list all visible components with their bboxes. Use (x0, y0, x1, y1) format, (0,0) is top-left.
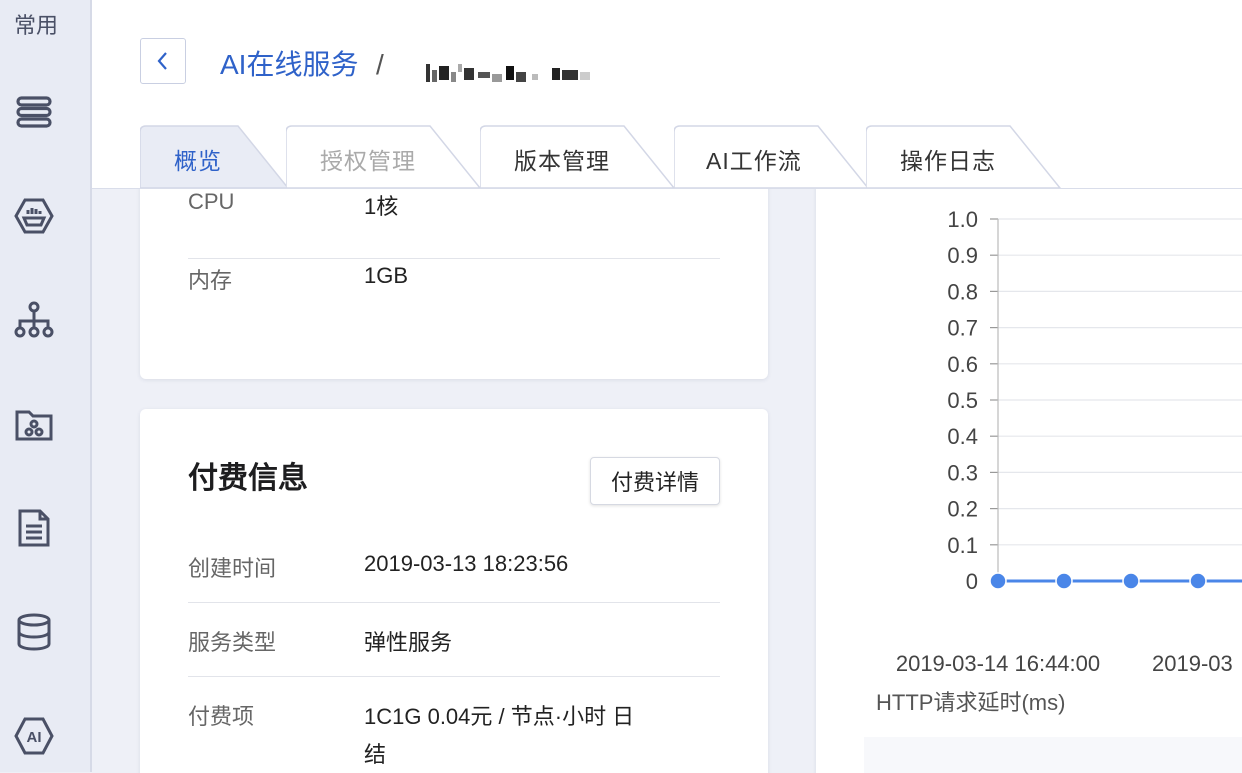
tab-operation-log[interactable]: 操作日志 (866, 124, 1062, 188)
service-type-value: 弹性服务 (364, 630, 453, 655)
cpu-label: CPU (188, 189, 235, 214)
chart-caption: HTTP请求延时(ms) (876, 690, 1066, 715)
tab-ai-workflow-label: AI工作流 (706, 148, 802, 174)
cloud-engine-icon[interactable] (14, 196, 54, 236)
y-tick-label: 0.4 (947, 424, 978, 449)
database-icon[interactable] (14, 612, 54, 652)
data-point[interactable] (1189, 572, 1207, 590)
tab-versions-label: 版本管理 (514, 148, 610, 174)
y-tick-label: 0.1 (947, 533, 978, 558)
document-icon[interactable] (14, 508, 54, 548)
tab-authorization[interactable]: 授权管理 (286, 124, 482, 188)
ai-icon[interactable]: AI (14, 716, 54, 756)
y-tick-label: 1.0 (947, 207, 978, 232)
data-point[interactable] (1122, 572, 1140, 590)
divider (188, 602, 720, 603)
menu-stack-icon[interactable] (14, 92, 54, 132)
breadcrumb-current-redacted (422, 56, 598, 82)
tab-ai-workflow[interactable]: AI工作流 (674, 124, 870, 188)
y-tick-label: 0.8 (947, 279, 978, 304)
page-header: AI在线服务 / 概览 授权管理 版本管理 AI工作流 操作日志 (92, 0, 1242, 188)
breadcrumb-link[interactable]: AI在线服务 (220, 46, 358, 84)
service-type-label: 服务类型 (188, 630, 277, 655)
charge-item-label: 付费项 (188, 704, 255, 729)
y-tick-label: 0.7 (947, 316, 978, 341)
tab-authorization-label: 授权管理 (320, 148, 416, 174)
resource-card: CPU 1核 内存 1GB (140, 189, 768, 379)
y-tick-label: 0.5 (947, 388, 978, 413)
chart-card: 1.0 0.9 0.8 0.7 0.6 0.5 0.4 0.3 0.2 0.1 0 2019-03-… (816, 189, 1242, 773)
memory-value: 1GB (364, 263, 409, 288)
main-content: CPU 1核 内存 1GB 付费信息 付费详情 创建时间 2019-03-13 … (92, 188, 1242, 773)
sidebar-title: 常用 (14, 13, 59, 38)
billing-title: 付费信息 (188, 462, 308, 495)
org-tree-icon[interactable] (14, 300, 54, 340)
breadcrumb-separator: / (376, 49, 384, 80)
created-label: 创建时间 (188, 556, 277, 581)
svg-text:AI: AI (27, 729, 42, 746)
x-tick-label: 2019-03-14 16:44:00 (896, 651, 1100, 676)
y-tick-label: 0 (966, 569, 978, 594)
y-tick-label: 0.9 (947, 243, 978, 268)
sidebar: 常用 AI (0, 0, 92, 772)
chevron-left-icon (157, 52, 167, 70)
chart-next-panel (864, 737, 1242, 773)
folder-share-icon[interactable] (14, 404, 54, 444)
tab-operation-log-label: 操作日志 (900, 148, 996, 174)
memory-label: 内存 (188, 268, 233, 293)
tab-versions[interactable]: 版本管理 (480, 124, 676, 188)
x-tick-label: 2019-03 (1152, 651, 1233, 676)
created-value: 2019-03-13 18:23:56 (364, 551, 569, 576)
data-point[interactable] (989, 572, 1007, 590)
charge-item-value-line2: 结 (364, 742, 387, 767)
billing-card: 付费信息 付费详情 创建时间 2019-03-13 18:23:56 服务类型 … (140, 409, 768, 773)
y-tick-label: 0.2 (947, 497, 978, 522)
back-button[interactable] (140, 38, 186, 84)
billing-detail-button[interactable]: 付费详情 (590, 457, 720, 505)
divider (188, 258, 720, 259)
y-tick-label: 0.3 (947, 460, 978, 485)
divider (188, 676, 720, 677)
data-point[interactable] (1055, 572, 1073, 590)
charge-item-value-line1: 1C1G 0.04元 / 节点·小时 日 (364, 704, 635, 729)
tab-overview-label: 概览 (174, 148, 222, 174)
y-tick-label: 0.6 (947, 352, 978, 377)
cpu-value: 1核 (364, 194, 399, 219)
